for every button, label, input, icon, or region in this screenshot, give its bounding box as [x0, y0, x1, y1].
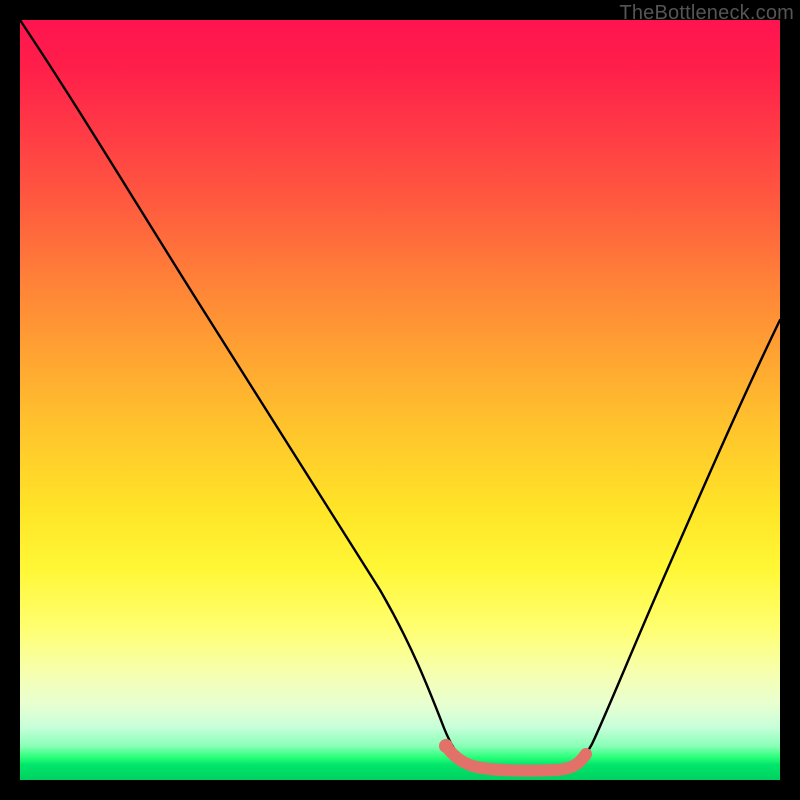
black-curve — [20, 20, 780, 771]
watermark-text: TheBottleneck.com — [619, 2, 794, 25]
pink-dot-start — [439, 739, 453, 753]
chart-frame — [20, 20, 780, 780]
curve-layer — [20, 20, 780, 780]
pink-segment — [446, 746, 586, 771]
